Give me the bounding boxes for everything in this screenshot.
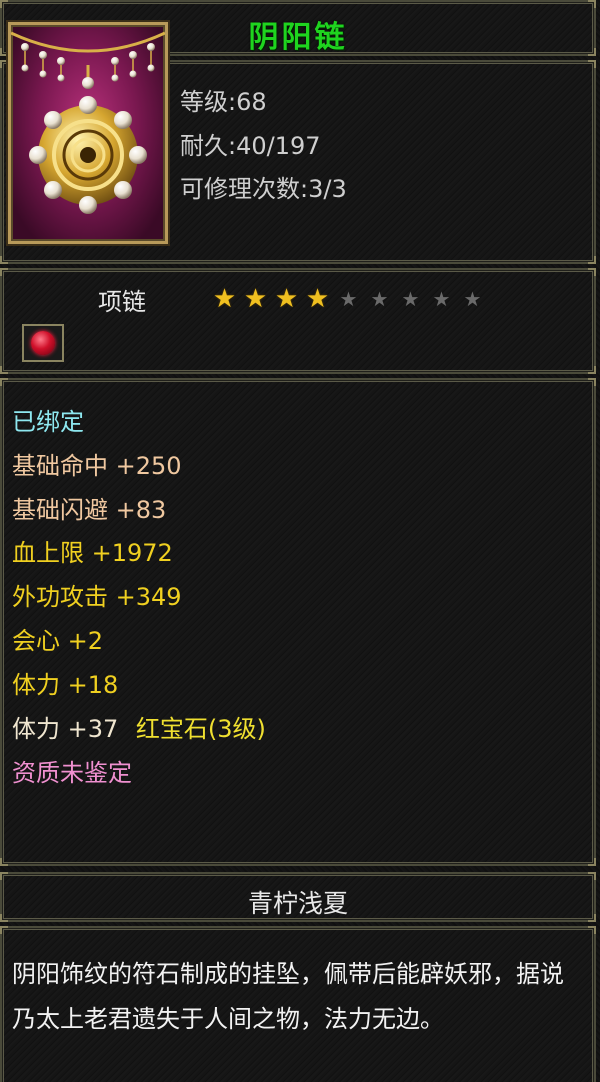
star-filled-icon: ★ — [274, 284, 299, 314]
attr-hp: 血上限 +1972 — [12, 539, 173, 567]
description-panel: 阴阳饰纹的符石制成的挂坠，佩带后能辟妖邪，据说乃太上老君遗失于人间之物，法力无边… — [0, 926, 596, 1082]
attr-dodge: 基础闪避 +83 — [12, 496, 167, 524]
quality-status: 资质未鉴定 — [12, 759, 132, 787]
item-description: 阴阳饰纹的符石制成的挂坠，佩带后能辟妖邪，据说乃太上老君遗失于人间之物，法力无边… — [12, 960, 564, 1033]
attr-gem-line: 体力 +37 红宝石(3级) — [12, 709, 266, 744]
bound-status: 已绑定 — [12, 408, 84, 436]
attribute-panel: 已绑定 基础命中 +250 基础闪避 +83 血上限 +1972 外功攻击 +3… — [0, 378, 596, 866]
item-type: 项链 — [98, 288, 146, 316]
star-empty-icon: ★ — [463, 287, 482, 311]
star-filled-icon: ★ — [212, 284, 237, 314]
owner-panel: 青柠浅夏 — [0, 872, 596, 922]
item-repair-count: 可修理次数:3/3 — [180, 175, 347, 203]
item-level: 等级:68 — [180, 88, 267, 116]
star-rating: ★ ★ ★ ★ ★ ★ ★ ★ ★ — [210, 286, 487, 312]
star-filled-icon: ★ — [243, 284, 268, 314]
attr-gem-stat: 体力 +37 — [12, 715, 119, 743]
star-empty-icon: ★ — [432, 287, 451, 311]
attr-gem-name: 红宝石(3级) — [135, 715, 266, 743]
attr-attack: 外功攻击 +349 — [12, 583, 182, 611]
owner-name: 青柠浅夏 — [247, 889, 348, 918]
star-empty-icon: ★ — [401, 287, 420, 311]
attr-crit: 会心 +2 — [12, 627, 104, 655]
necklace-icon — [8, 22, 168, 244]
item-tooltip: 阴阳链 等级:68 耐久:40/197 可修理次数:3/3 项链 ★ ★ ★ ★… — [0, 0, 600, 1082]
star-filled-icon: ★ — [305, 284, 330, 314]
attr-stamina: 体力 +18 — [12, 671, 119, 699]
item-durability: 耐久:40/197 — [180, 132, 321, 160]
star-empty-icon: ★ — [339, 287, 358, 311]
item-type-panel: 项链 ★ ★ ★ ★ ★ ★ ★ ★ ★ — [0, 268, 596, 374]
star-empty-icon: ★ — [370, 287, 389, 311]
gem-slot[interactable] — [22, 324, 64, 362]
attr-hit: 基础命中 +250 — [12, 452, 182, 480]
red-gem-icon — [31, 331, 55, 355]
